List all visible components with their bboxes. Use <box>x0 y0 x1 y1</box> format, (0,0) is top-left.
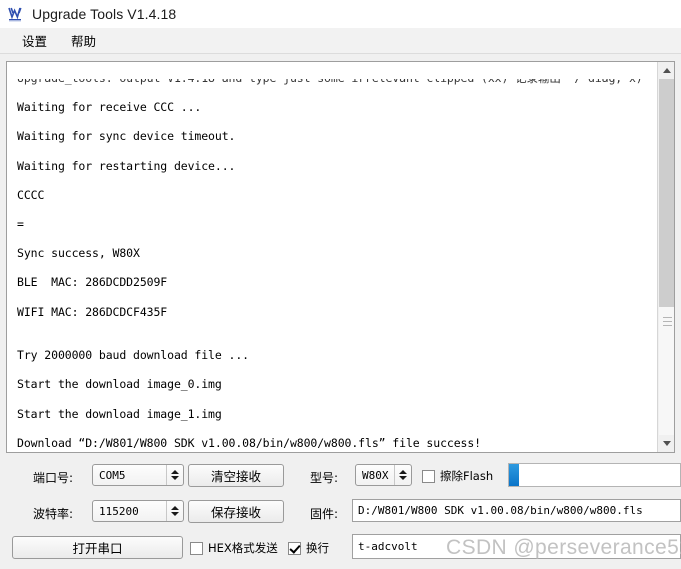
control-panel: 端口号: COM5 清空接收 型号: W80X 擦除Flash 波特率: 115… <box>0 456 681 569</box>
port-select[interactable]: COM5 <box>92 464 184 486</box>
menu-item-help[interactable]: 帮助 <box>59 28 108 53</box>
console-line: Start the download image_0.img <box>17 377 222 392</box>
model-select-value: W80X <box>362 468 389 482</box>
port-label: 端口号: <box>33 471 74 485</box>
baud-label: 波特率: <box>33 507 74 521</box>
hex-send-checkbox-box[interactable] <box>190 541 203 555</box>
model-select-spinner-icon[interactable] <box>394 465 411 485</box>
save-receive-button[interactable]: 保存接收 <box>188 500 284 523</box>
erase-flash-checkbox-box[interactable] <box>422 469 435 483</box>
hex-send-checkbox[interactable]: HEX格式发送 <box>190 539 278 557</box>
flash-progress-bar <box>508 463 681 487</box>
baud-select-spinner-icon[interactable] <box>166 501 183 521</box>
open-port-button[interactable]: 打开串口 <box>12 536 183 559</box>
wm-logo-icon <box>6 4 26 24</box>
console-line: = <box>17 216 24 231</box>
port-select-spinner-icon[interactable] <box>166 465 183 485</box>
title-bar: Upgrade Tools V1.4.18 <box>0 0 681 28</box>
port-select-value: COM5 <box>99 468 126 482</box>
model-label: 型号: <box>310 471 339 485</box>
console-line: Sync success, W80X <box>17 246 140 261</box>
console-line: BLE MAC: 286DCDD2509F <box>17 275 168 290</box>
console-line: Start the download image_1.img <box>17 406 222 421</box>
menu-bar: 设置 帮助 <box>0 28 681 54</box>
baud-select[interactable]: 115200 <box>92 500 184 522</box>
flash-progress-fill <box>509 464 520 486</box>
firmware-path-input[interactable]: D:/W801/W800 SDK v1.00.08/bin/w800/w800.… <box>352 499 681 522</box>
newline-checkbox-box[interactable] <box>288 541 301 555</box>
console-line: WIFI MAC: 286DCDCF435F <box>17 304 168 319</box>
scrollbar-thumb[interactable] <box>659 79 674 307</box>
clear-receive-button[interactable]: 清空接收 <box>188 464 284 487</box>
console-log-text: Upgrade_tools: output V1.4.18 and type j… <box>7 62 657 452</box>
scroll-down-arrow-icon[interactable] <box>658 435 674 452</box>
console-line: Download “D:/W801/W800 SDK v1.00.08/bin/… <box>17 435 482 450</box>
firmware-label: 固件: <box>310 507 339 521</box>
console-scrollbar[interactable] <box>657 62 674 452</box>
console-line: Waiting for restarting device... <box>17 158 236 173</box>
console-line: Waiting for receive CCC ... <box>17 100 202 115</box>
scrollbar-lower-track[interactable] <box>659 307 674 435</box>
command-send-input[interactable]: t-adcvolt <box>352 534 681 559</box>
menu-item-settings[interactable]: 设置 <box>10 28 59 53</box>
console-line: CCCC <box>17 187 45 202</box>
console-output-area[interactable]: Upgrade_tools: output V1.4.18 and type j… <box>6 61 675 453</box>
hex-send-label: HEX格式发送 <box>208 541 278 555</box>
console-clipped-line: Upgrade_tools: output V1.4.18 and type j… <box>17 79 657 86</box>
scroll-up-arrow-icon[interactable] <box>658 62 674 79</box>
console-line: Waiting for sync device timeout. <box>17 129 236 144</box>
window-title: Upgrade Tools V1.4.18 <box>32 6 177 22</box>
scrollbar-track[interactable] <box>658 79 674 435</box>
console-line: Try 2000000 baud download file ... <box>17 348 250 363</box>
erase-flash-label: 擦除Flash <box>440 469 494 483</box>
newline-checkbox[interactable]: 换行 <box>288 539 329 557</box>
model-select[interactable]: W80X <box>355 464 412 486</box>
newline-label: 换行 <box>306 541 329 555</box>
erase-flash-checkbox[interactable]: 擦除Flash <box>422 467 493 485</box>
baud-select-value: 115200 <box>99 504 139 518</box>
